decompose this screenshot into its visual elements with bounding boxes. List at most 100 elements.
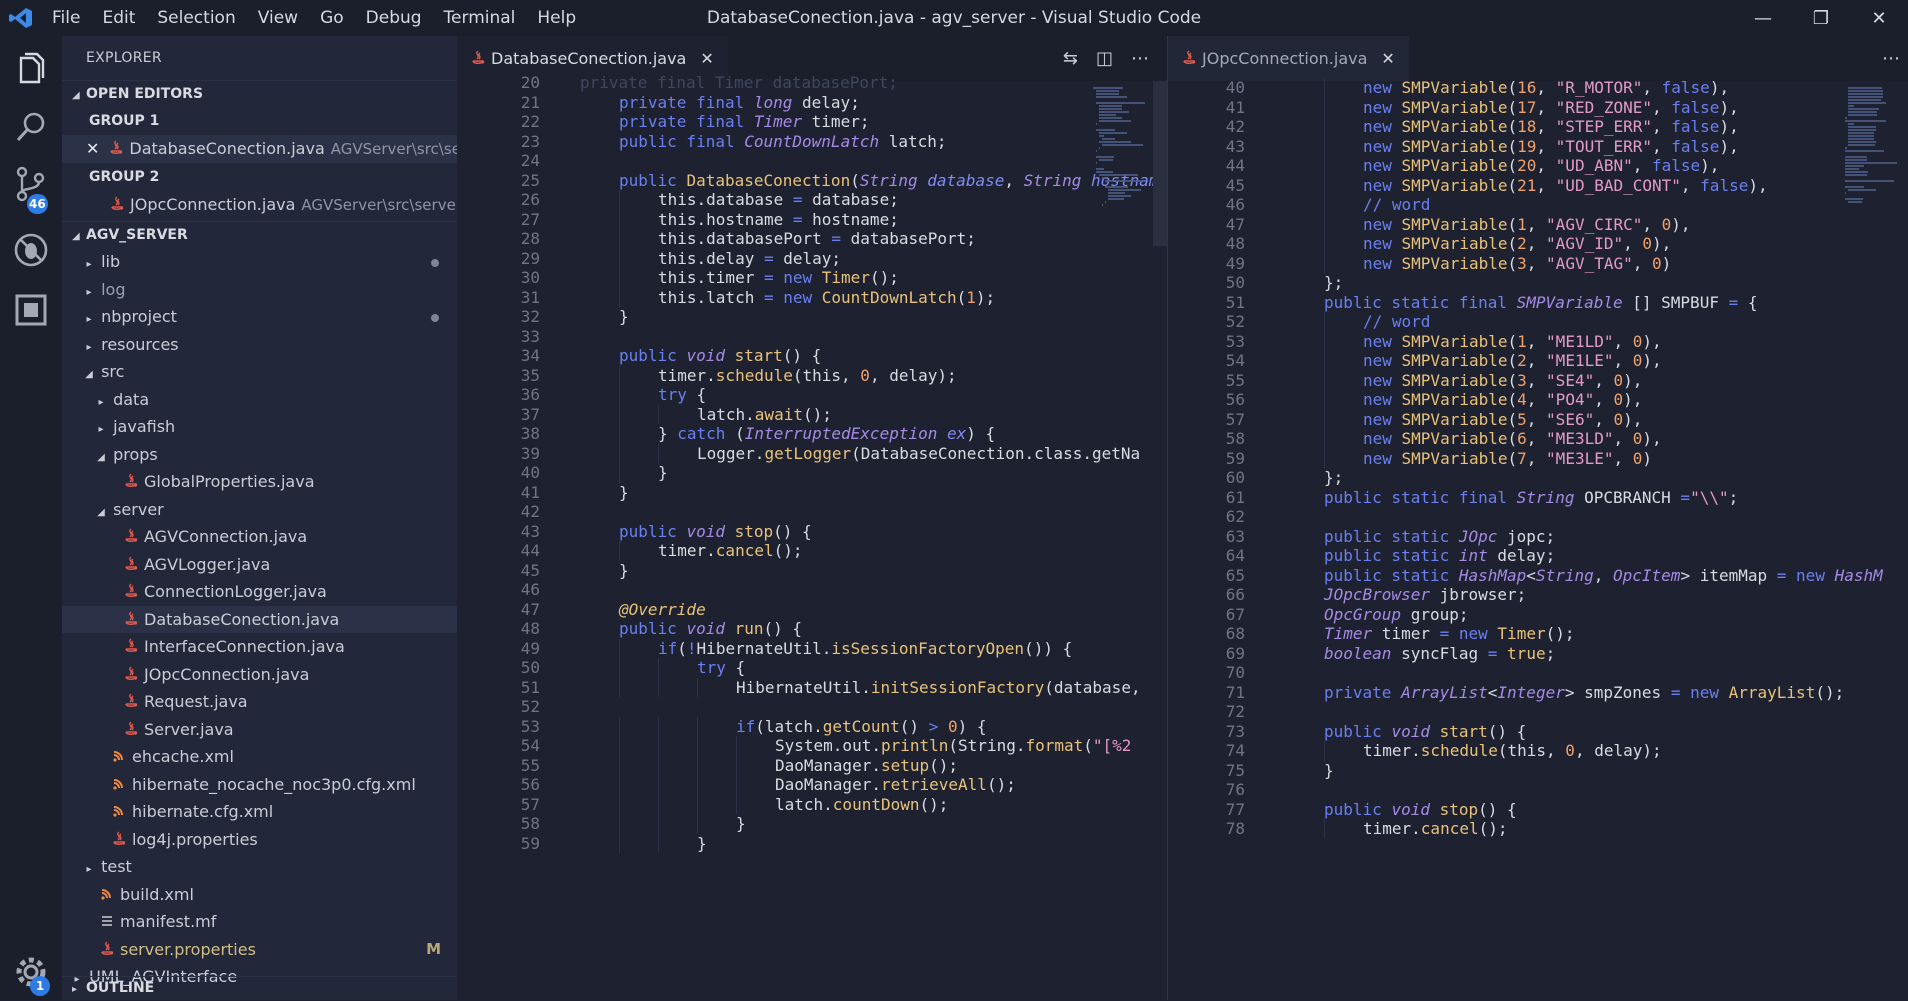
code-token: syncFlag (1391, 643, 1488, 663)
menu-file[interactable]: File (52, 8, 80, 28)
code-line: } (697, 834, 707, 853)
tree-file[interactable]: hibernate_nocache_noc3p0.cfg.xml (62, 771, 457, 799)
open-editors-section[interactable]: ◢ OPEN EDITORS (62, 80, 457, 107)
minimap-line (1848, 123, 1855, 125)
tree-file[interactable]: DatabaseConection.java (62, 605, 457, 633)
code-token: isSessionFactoryOpen (831, 638, 1025, 658)
debug-icon[interactable] (11, 230, 51, 270)
code-token: ( (1507, 429, 1518, 448)
menu-go[interactable]: Go (320, 8, 344, 28)
open-editor-item[interactable]: JOpcConnection.java AGVServer\src\server (62, 191, 457, 219)
tree-folder[interactable]: ▸ nbproject (62, 303, 457, 331)
minimap-line (1108, 198, 1125, 200)
code-token: , (1536, 97, 1556, 117)
tree-file[interactable]: hibernate.cfg.xml (62, 798, 457, 826)
tree-file[interactable]: build.xml (62, 881, 457, 909)
open-editor-filename: DatabaseConection.java (129, 139, 325, 158)
tab-jopcconnection[interactable]: JOpcConnection.java ✕ (1168, 36, 1409, 81)
close-icon[interactable]: ✕ (86, 139, 99, 158)
close-icon[interactable]: ✕ (1381, 49, 1394, 68)
close-icon[interactable]: ✕ (700, 49, 713, 68)
tree-file[interactable]: ConnectionLogger.java (62, 578, 457, 606)
open-changes-icon[interactable]: ⇆ (1063, 48, 1078, 69)
status-dot (431, 314, 439, 322)
code-token: } (658, 463, 668, 482)
code-line: try { (658, 385, 706, 404)
tree-file[interactable]: AGVLogger.java (62, 551, 457, 579)
code-token: ), (1623, 409, 1643, 429)
more-actions-icon[interactable]: ⋯ (1131, 48, 1149, 69)
open-editor-item[interactable]: ✕ DatabaseConection.java AGVServer\src\ser… (62, 135, 457, 163)
indent-guide (736, 794, 737, 814)
menu-debug[interactable]: Debug (366, 8, 422, 28)
more-actions-icon[interactable]: ⋯ (1882, 48, 1900, 69)
outline-section[interactable]: ▸ OUTLINE (62, 976, 457, 1000)
menu-help[interactable]: Help (537, 8, 576, 28)
code-token: latch. (697, 404, 755, 424)
tree-file[interactable]: Request.java (62, 688, 457, 716)
indent-guide (658, 677, 659, 697)
code-area[interactable]: 40 new SMPVariable(16, "R_MOTOR", false),… (1168, 78, 1908, 1000)
minimize-button[interactable]: — (1734, 0, 1792, 36)
code-token: "PO4" (1546, 390, 1595, 409)
code-line: boolean syncFlag = true; (1324, 644, 1555, 663)
code-token: ) (1642, 448, 1653, 468)
project-section[interactable]: ◢ AGV_SERVER (62, 221, 457, 248)
tree-folder[interactable]: ▸ javafish (62, 413, 457, 441)
indent-guide (1324, 370, 1325, 390)
menu-view[interactable]: View (258, 8, 298, 28)
scrollbar[interactable] (1153, 81, 1167, 246)
explorer-icon[interactable] (11, 50, 51, 90)
tree-item-label: nbproject (101, 307, 177, 326)
code-area[interactable]: 20 private final Timer databasePort; 21 pri… (457, 73, 1167, 1000)
close-window-button[interactable]: ✕ (1850, 0, 1908, 36)
tree-file[interactable]: JOpcConnection.java (62, 661, 457, 689)
tree-folder[interactable]: ▸ lib (62, 248, 457, 276)
tree-file[interactable]: server.properties M (62, 936, 457, 964)
line-number: 52 (520, 697, 540, 716)
tree-file[interactable]: InterfaceConnection.java (62, 633, 457, 661)
code-line: public void stop() { (619, 522, 812, 541)
tree-folder[interactable]: ◢ src (62, 358, 457, 386)
menu-terminal[interactable]: Terminal (444, 8, 516, 28)
tree-folder[interactable]: ▸ data (62, 386, 457, 414)
menu-selection[interactable]: Selection (157, 8, 235, 28)
code-token: true (1507, 643, 1546, 663)
code-line: public final CountDownLatch latch; (619, 132, 947, 151)
status-dot (431, 259, 439, 267)
code-token: 0 (1632, 331, 1643, 351)
tree-file[interactable]: Server.java (62, 716, 457, 744)
indent-guide (697, 775, 698, 795)
tree-file[interactable]: ehcache.xml (62, 743, 457, 771)
minimap[interactable] (1842, 81, 1900, 1000)
maximize-button[interactable]: ❐ (1792, 0, 1850, 36)
menu-edit[interactable]: Edit (102, 8, 135, 28)
code-token: (); (802, 404, 832, 424)
tree-folder[interactable]: ▸ log (62, 276, 457, 304)
indent-guide (1324, 819, 1325, 839)
tree-file[interactable]: AGVConnection.java (62, 523, 457, 551)
code-token: private final (619, 92, 754, 112)
tree-folder[interactable]: ◢ props (62, 441, 457, 469)
extensions-icon[interactable] (11, 290, 51, 330)
code-token: delay; (1487, 546, 1556, 565)
code-token: String (1516, 487, 1575, 507)
tree-file[interactable]: GlobalProperties.java (62, 468, 457, 496)
split-editor-icon[interactable]: ◫ (1096, 48, 1113, 69)
search-icon[interactable] (11, 108, 51, 148)
tree-file[interactable]: log4j.properties (62, 826, 457, 854)
tree-folder[interactable]: ▸ test (62, 853, 457, 881)
code-line: public void start() { (619, 346, 821, 365)
code-token: latch; (879, 131, 947, 151)
tree-folder[interactable]: ◢ server (62, 496, 457, 524)
minimap[interactable] (1093, 81, 1151, 1000)
indent-guide (619, 287, 620, 307)
code-token: ( (1507, 234, 1518, 253)
code-token: (); (1815, 682, 1845, 702)
tree-folder[interactable]: ▸ resources (62, 331, 457, 359)
line-number: 49 (520, 638, 540, 658)
tree-file[interactable]: manifest.mf (62, 908, 457, 936)
line-number: 54 (1225, 351, 1245, 370)
